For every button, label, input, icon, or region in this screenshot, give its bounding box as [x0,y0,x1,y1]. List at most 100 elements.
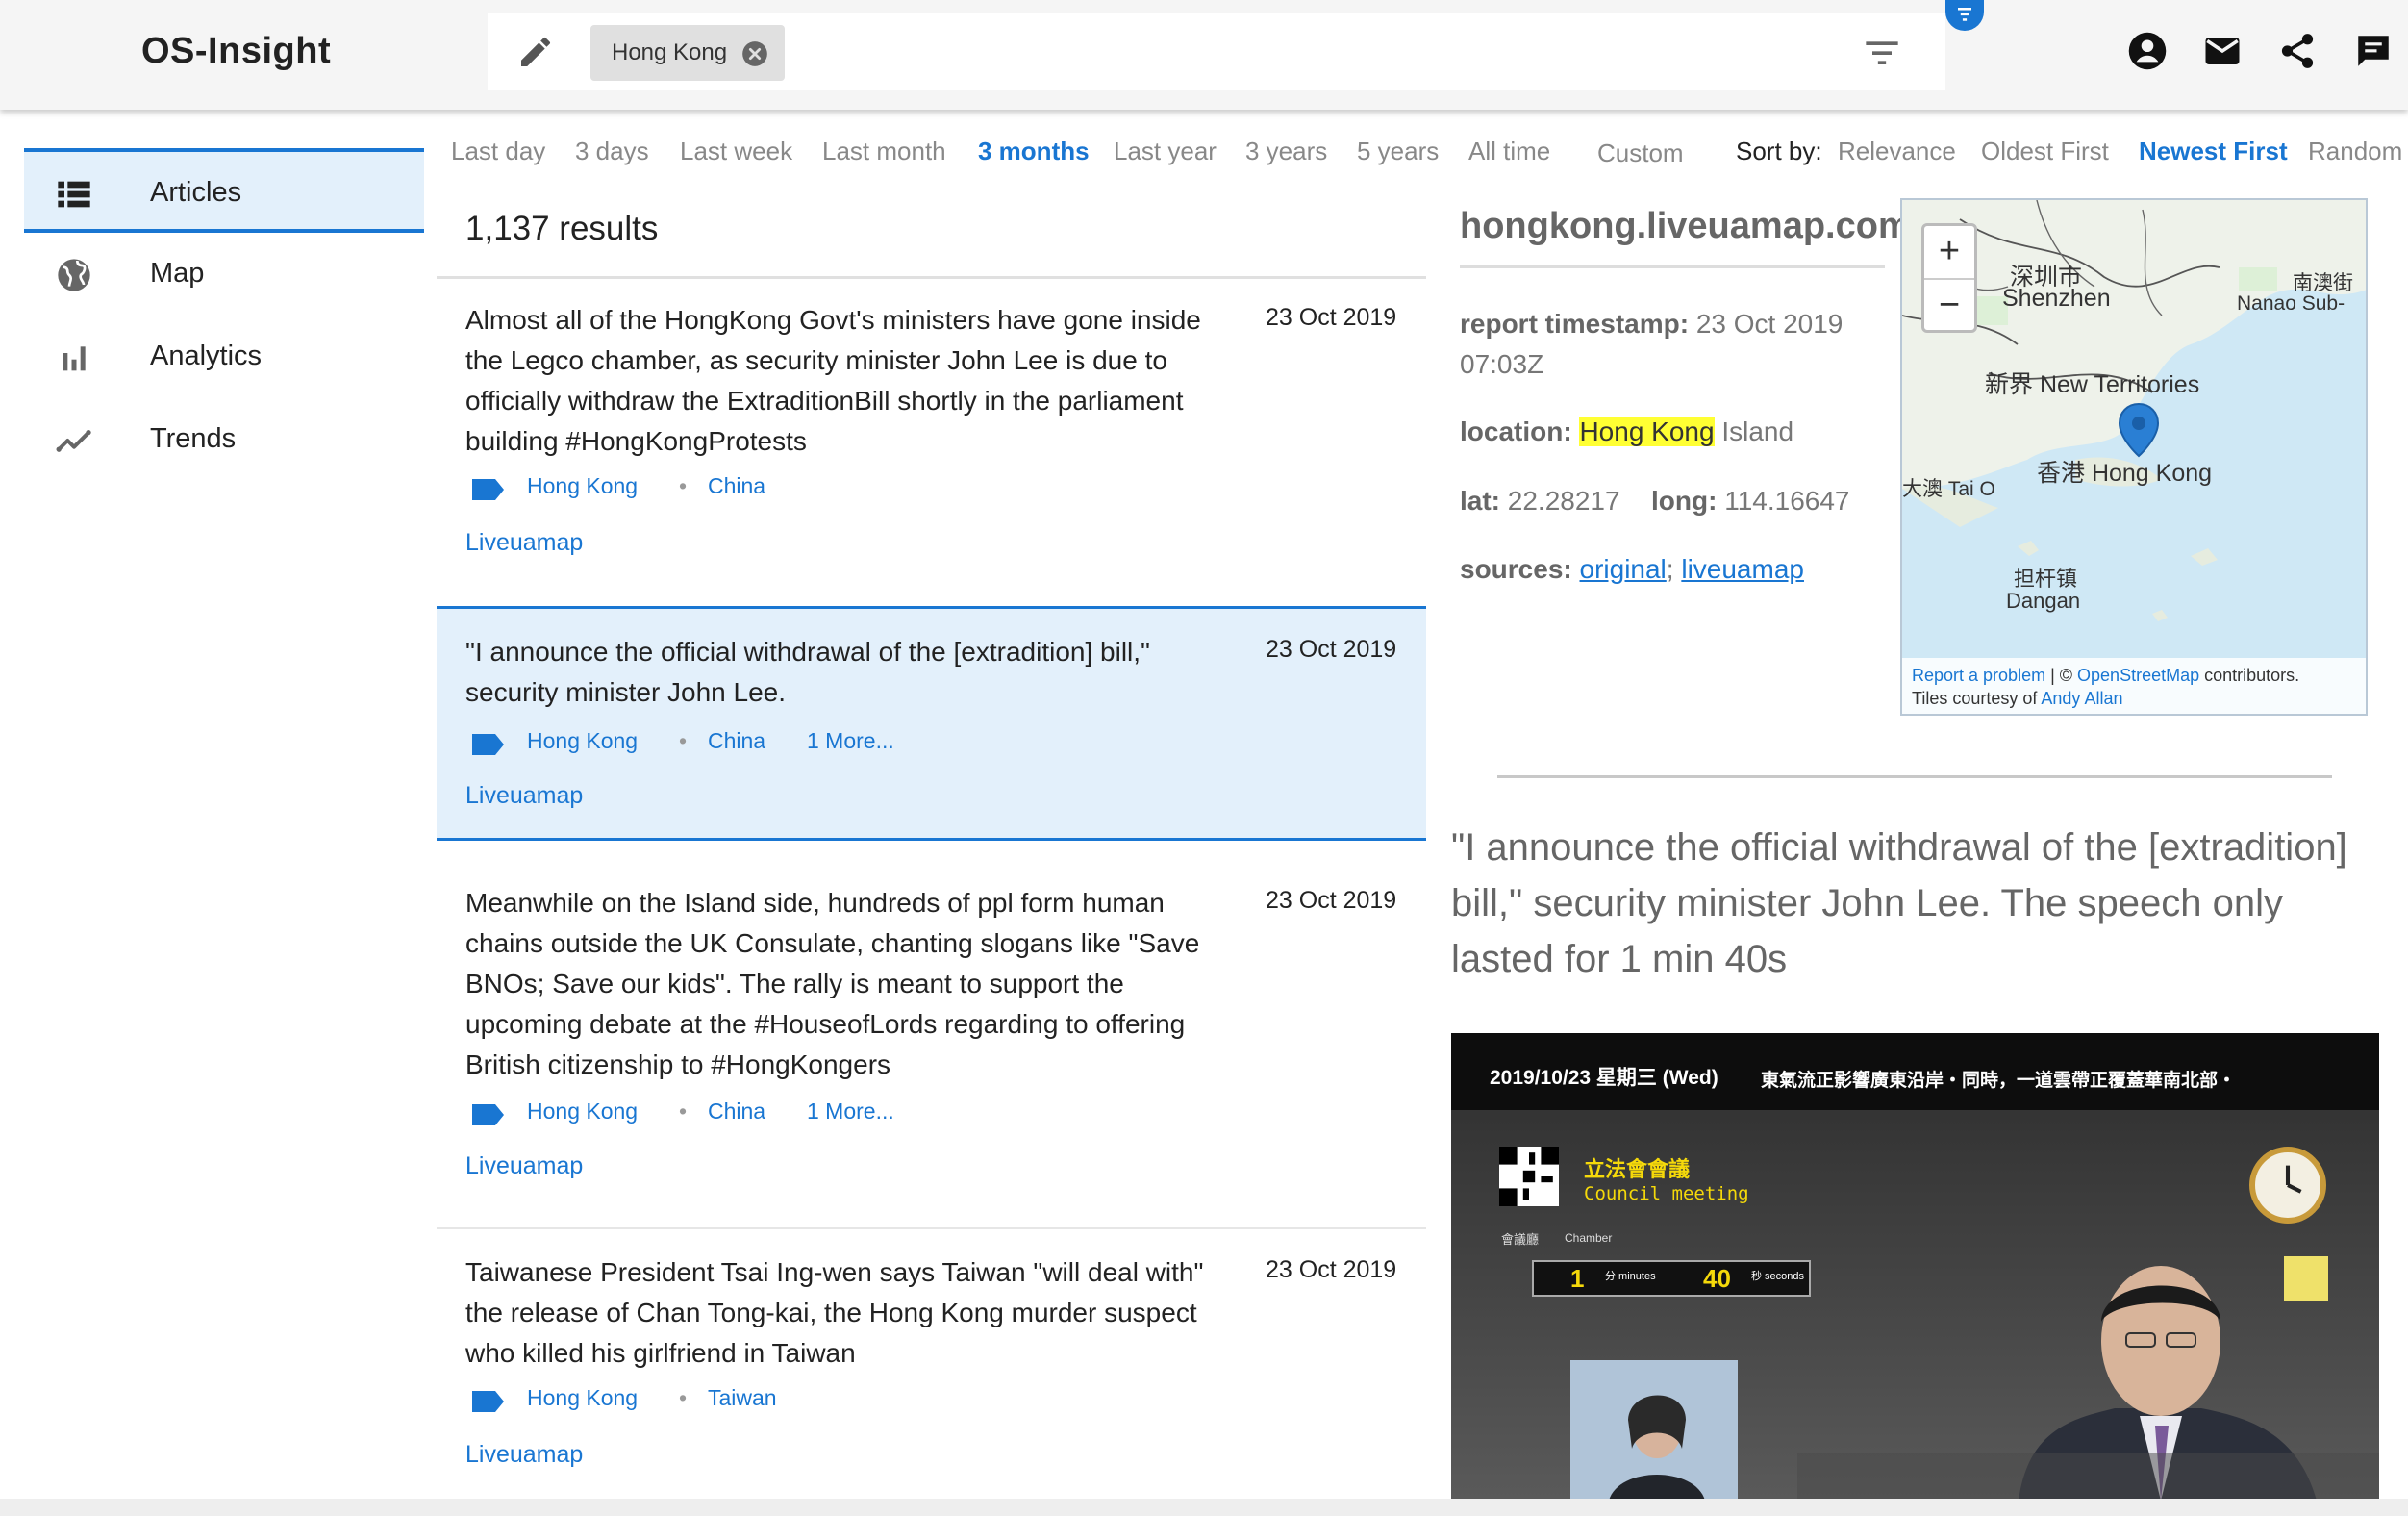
sort-option-random[interactable]: Random [2308,137,2402,166]
article-tags: Hong Kong • China [465,471,946,506]
map-label-hong-kong: 香港 Hong Kong [2037,460,2213,487]
source-link-original[interactable]: original [1580,554,1667,584]
filter-badge-icon[interactable] [1945,0,1984,31]
list-icon [58,181,90,208]
time-filter-all-time[interactable]: All time [1468,137,1550,166]
report-problem-link[interactable]: Report a problem [1912,666,2045,685]
zoom-out-button[interactable]: − [1924,278,1974,330]
sidebar-item-label: Trends [150,423,237,454]
share-icon[interactable] [2277,31,2318,71]
time-filter-last-week[interactable]: Last week [680,137,792,166]
article-card[interactable]: Almost all of the HongKong Govt's minist… [437,279,1426,602]
map-label-new-territories: 新界 New Territories [1985,371,2200,398]
tag-separator: • [679,473,688,498]
sort-option-relevance[interactable]: Relevance [1838,137,1956,166]
map-label-dangan: Dangan [2006,589,2081,613]
globe-icon [58,259,90,291]
sort-option-oldest-first[interactable]: Oldest First [1981,137,2109,166]
account-icon[interactable] [2127,31,2168,71]
timer-minutes: 1 [1570,1264,1585,1293]
lat-label: lat: [1460,486,1500,516]
source-separator: ; [1666,554,1674,584]
search-bar[interactable]: Hong Kong [488,13,1945,90]
sidebar-item-map[interactable]: Map [24,233,424,316]
tag-link[interactable]: Hong Kong [527,1099,638,1124]
article-source[interactable]: Liveuamap [465,1152,583,1180]
more-tags-link[interactable]: 1 More... [807,728,894,754]
article-title[interactable]: "I announce the official withdrawal of t… [465,632,1225,713]
tv-banner-news: 東氣流正影響廣東沿岸・同時，一道雲帶正覆蓋華南北部・ [1761,1071,2237,1091]
map-label-tai-o: 大澳 Tai O [1902,478,1995,500]
bar-chart-icon [63,346,86,371]
tag-link[interactable]: China [708,473,765,499]
more-tags-link[interactable]: 1 More... [807,1099,894,1124]
article-media-image[interactable]: 2019/10/23 星期三 (Wed) 東氣流正影響廣東沿岸・同時，一道雲帶正… [1451,1033,2379,1501]
search-chip-hong-kong[interactable]: Hong Kong [590,25,785,81]
top-app-bar: OS-Insight Hong Kong [0,0,2408,110]
article-card[interactable]: Meanwhile on the Island side, hundreds o… [437,852,1426,1220]
map-label-shenzhen: Shenzhen [2002,285,2111,312]
time-filter-last-day[interactable]: Last day [451,137,545,166]
report-timestamp: report timestamp: 23 Oct 2019 07:03Z [1460,304,1883,385]
label-tag-icon [472,1104,504,1125]
time-filter-last-year[interactable]: Last year [1114,137,1217,166]
article-title[interactable]: Meanwhile on the Island side, hundreds o… [465,883,1225,1085]
tag-link[interactable]: China [708,1099,765,1124]
chip-close-icon[interactable] [741,40,768,67]
chamber-label-cn: 會議廳 [1501,1232,1540,1247]
article-card-selected[interactable]: "I announce the official withdrawal of t… [437,606,1426,841]
tag-separator: • [679,1099,688,1124]
sort-by-label: Sort by: [1736,137,1822,165]
sidebar-item-label: Articles [150,177,242,208]
openstreetmap-link[interactable]: OpenStreetMap [2077,666,2199,685]
time-filter-5-years[interactable]: 5 years [1357,137,1439,166]
tv-banner-date: 2019/10/23 星期三 (Wed) [1490,1067,1718,1089]
council-label-en: Council meeting [1584,1183,1749,1204]
article-date: 23 Oct 2019 [1266,1256,1397,1283]
report-latitude: lat: 22.28217 [1460,481,1620,521]
app-title[interactable]: OS-Insight [141,31,331,72]
clock-icon [2249,1147,2326,1224]
article-tags: Hong Kong • China 1 More... [465,726,946,761]
tag-link[interactable]: China [708,728,765,754]
timer-minutes-label: 分 minutes [1605,1271,1656,1282]
tag-link[interactable]: Hong Kong [527,728,638,754]
article-title[interactable]: Taiwanese President Tsai Ing-wen says Ta… [465,1252,1225,1374]
time-filter-3-years[interactable]: 3 years [1245,137,1327,166]
divider [1460,265,1885,268]
qr-code-icon [1499,1147,1559,1206]
sidebar-item-articles[interactable]: Articles [24,148,424,233]
attribution-contributors: contributors. [2204,666,2300,685]
article-source[interactable]: Liveuamap [465,782,583,810]
article-title[interactable]: Almost all of the HongKong Govt's minist… [465,300,1225,462]
lat-value: 22.28217 [1507,486,1620,516]
source-link-liveuamap[interactable]: liveuamap [1681,554,1804,584]
long-label: long: [1651,486,1718,516]
andy-allan-link[interactable]: Andy Allan [2041,689,2122,708]
article-source[interactable]: Liveuamap [465,529,583,557]
mail-icon[interactable] [2202,31,2243,71]
article-date: 23 Oct 2019 [1266,887,1397,914]
time-filter-3-days[interactable]: 3 days [575,137,649,166]
zoom-in-button[interactable]: + [1924,226,1974,278]
article-source[interactable]: Liveuamap [465,1441,583,1469]
filter-list-icon[interactable] [1863,37,1901,69]
time-filter-3-months[interactable]: 3 months [978,137,1090,166]
sidebar-nav: Articles Map Analytics Trends [24,148,424,481]
tag-link[interactable]: Hong Kong [527,473,638,499]
edit-pencil-icon[interactable] [516,33,555,71]
article-card[interactable]: Taiwanese President Tsai Ing-wen says Ta… [437,1229,1426,1499]
tag-link[interactable]: Hong Kong [527,1385,638,1411]
sidebar-item-analytics[interactable]: Analytics [24,316,424,398]
report-location: location: Hong Kong Island [1460,412,1793,452]
sort-option-newest-first[interactable]: Newest First [2139,137,2288,166]
tag-link[interactable]: Taiwan [708,1385,777,1411]
sidebar-item-trends[interactable]: Trends [24,398,424,481]
report-longitude: long: 114.16647 [1651,481,1849,521]
long-value: 114.16647 [1724,486,1850,516]
report-sources: sources: original; liveuamap [1460,549,1804,590]
feedback-icon[interactable] [2353,31,2394,71]
location-map[interactable]: 深圳市 Shenzhen 南澳街 Nanao Sub- 新界 New Terri… [1900,198,2368,716]
time-filter-custom[interactable]: Custom [1597,139,1684,168]
time-filter-last-month[interactable]: Last month [822,137,946,166]
